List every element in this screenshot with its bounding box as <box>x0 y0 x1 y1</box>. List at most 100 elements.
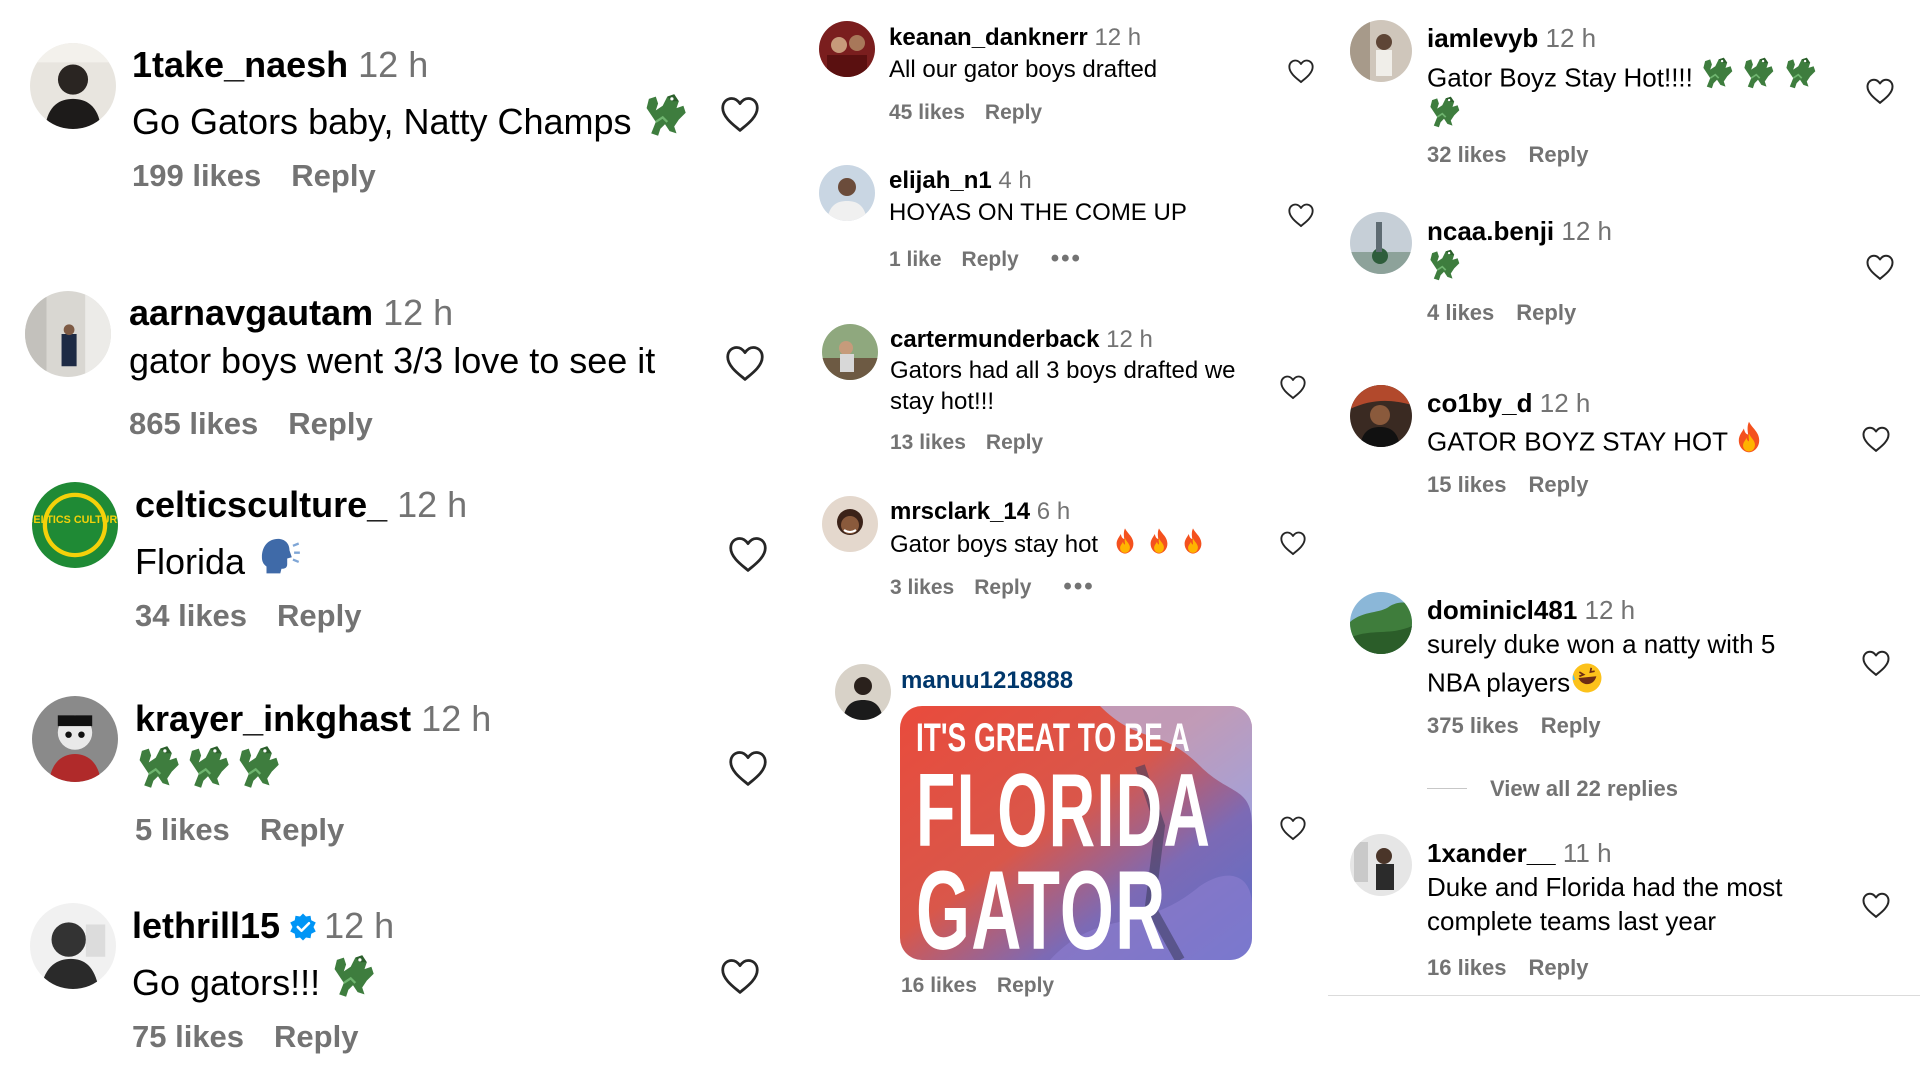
reply-button[interactable]: Reply <box>1529 955 1589 980</box>
likes-count[interactable]: 13 likes <box>890 431 966 454</box>
comment-header: 1take_naesh 12 h <box>132 44 428 86</box>
likes-count[interactable]: 1 like <box>889 248 942 271</box>
reply-button[interactable]: Reply <box>288 406 372 441</box>
reply-button[interactable]: Reply <box>1529 142 1589 167</box>
reply-button[interactable]: Reply <box>974 576 1031 599</box>
username-link[interactable]: lethrill15 <box>132 905 280 946</box>
reply-button[interactable]: Reply <box>291 158 375 193</box>
avatar[interactable] <box>1350 212 1412 274</box>
likes-count[interactable]: 16 likes <box>901 974 977 997</box>
like-heart-icon[interactable] <box>724 344 766 382</box>
reply-button[interactable]: Reply <box>1529 472 1589 497</box>
verified-badge-icon <box>288 909 318 939</box>
username-link[interactable]: dominicl481 <box>1427 595 1577 625</box>
likes-count[interactable]: 4 likes <box>1427 300 1494 325</box>
like-heart-icon[interactable] <box>1865 253 1895 281</box>
alligator-emoji-icon <box>235 744 281 790</box>
timestamp: 12 h <box>421 698 492 739</box>
avatar[interactable] <box>1350 20 1412 82</box>
username-link[interactable]: 1xander__ <box>1427 838 1556 868</box>
likes-count[interactable]: 75 likes <box>132 1019 244 1054</box>
reply-button[interactable]: Reply <box>260 812 344 847</box>
likes-count[interactable]: 34 likes <box>135 598 247 633</box>
image-line-3: GATOR <box>916 848 1167 960</box>
avatar[interactable] <box>822 496 878 552</box>
like-heart-icon[interactable] <box>719 957 761 995</box>
like-heart-icon[interactable] <box>1279 374 1307 400</box>
username-link[interactable]: cartermunderback <box>890 326 1099 353</box>
username-link[interactable]: ncaa.benji <box>1427 216 1554 246</box>
avatar[interactable] <box>819 21 875 77</box>
comment-text: HOYAS ON THE COME UP <box>889 199 1187 226</box>
username-link[interactable]: 1take_naesh <box>132 44 348 85</box>
reply-button[interactable]: Reply <box>277 598 361 633</box>
reply-button[interactable]: Reply <box>1516 300 1576 325</box>
fire-emoji-icon <box>1111 527 1139 555</box>
alligator-emoji-icon <box>185 744 231 790</box>
like-heart-icon[interactable] <box>1861 649 1891 677</box>
florida-gator-image[interactable]: IT'S GREAT TO BE A FLORIDA GATOR <box>900 706 1252 960</box>
reply-button[interactable]: Reply <box>274 1019 358 1054</box>
likes-count[interactable]: 16 likes <box>1427 955 1507 980</box>
likes-count[interactable]: 45 likes <box>889 101 965 124</box>
comment-text: Duke and Florida had the most complete t… <box>1427 872 1783 936</box>
username-link[interactable]: manuu1218888 <box>901 667 1073 694</box>
likes-count[interactable]: 865 likes <box>129 406 258 441</box>
avatar[interactable] <box>30 903 116 989</box>
timestamp: 12 h <box>358 44 429 85</box>
likes-count[interactable]: 32 likes <box>1427 142 1507 167</box>
username-link[interactable]: elijah_n1 <box>889 167 992 194</box>
like-heart-icon[interactable] <box>1287 58 1315 84</box>
reply-button[interactable]: Reply <box>997 974 1054 997</box>
likes-count[interactable]: 3 likes <box>890 576 954 599</box>
like-heart-icon[interactable] <box>1861 891 1891 919</box>
username-link[interactable]: aarnavgautam <box>129 292 373 333</box>
avatar[interactable] <box>32 696 118 782</box>
view-replies-link[interactable]: View all 22 replies <box>1427 776 1678 802</box>
reply-button[interactable]: Reply <box>962 248 1019 271</box>
avatar[interactable]: CELTICS CULTURE <box>32 482 118 568</box>
avatar[interactable] <box>30 43 116 129</box>
more-options-icon[interactable]: ••• <box>1051 245 1082 272</box>
avatar[interactable] <box>822 324 878 380</box>
more-options-icon[interactable]: ••• <box>1063 573 1094 600</box>
divider <box>1328 995 1920 996</box>
avatar[interactable] <box>25 291 111 377</box>
username-link[interactable]: krayer_inkghast <box>135 698 411 739</box>
likes-count[interactable]: 375 likes <box>1427 713 1519 738</box>
comment-meta: 32 likes Reply <box>1427 142 1588 168</box>
like-heart-icon[interactable] <box>1861 425 1891 453</box>
comment-meta: 5 likes Reply <box>135 812 344 848</box>
like-heart-icon[interactable] <box>1279 815 1307 841</box>
likes-count[interactable]: 5 likes <box>135 812 230 847</box>
username-link[interactable]: celticsculture_ <box>135 484 387 525</box>
like-heart-icon[interactable] <box>1287 202 1315 228</box>
alligator-emoji-icon <box>1700 56 1734 90</box>
like-heart-icon[interactable] <box>719 95 761 133</box>
avatar[interactable] <box>835 664 891 720</box>
avatar[interactable] <box>1350 385 1412 447</box>
username-link[interactable]: iamlevyb <box>1427 23 1538 53</box>
like-heart-icon[interactable] <box>1279 530 1307 556</box>
like-heart-icon[interactable] <box>1865 77 1895 105</box>
avatar[interactable] <box>1350 592 1412 654</box>
comment-text: All our gator boys drafted <box>889 56 1158 83</box>
username-link[interactable]: mrsclark_14 <box>890 498 1030 525</box>
reply-button[interactable]: Reply <box>1541 713 1601 738</box>
username-link[interactable]: keanan_danknerr <box>889 24 1088 51</box>
avatar[interactable] <box>819 165 875 221</box>
reply-button[interactable]: Reply <box>985 101 1042 124</box>
username-link[interactable]: co1by_d <box>1427 388 1533 418</box>
like-heart-icon[interactable] <box>727 535 769 573</box>
like-heart-icon[interactable] <box>727 749 769 787</box>
comment-text: Gators had all 3 boys drafted we stay ho… <box>890 357 1236 415</box>
likes-count[interactable]: 15 likes <box>1427 472 1507 497</box>
comment-text: gator boys went 3/3 love to see it <box>129 340 656 381</box>
reply-button[interactable]: Reply <box>986 431 1043 454</box>
alligator-emoji-icon <box>1741 56 1775 90</box>
alligator-emoji-icon <box>1427 248 1461 282</box>
comment-meta: 1 like Reply ••• <box>889 245 1082 273</box>
likes-count[interactable]: 199 likes <box>132 158 261 193</box>
comment-meta: 4 likes Reply <box>1427 300 1576 326</box>
avatar[interactable] <box>1350 834 1412 896</box>
